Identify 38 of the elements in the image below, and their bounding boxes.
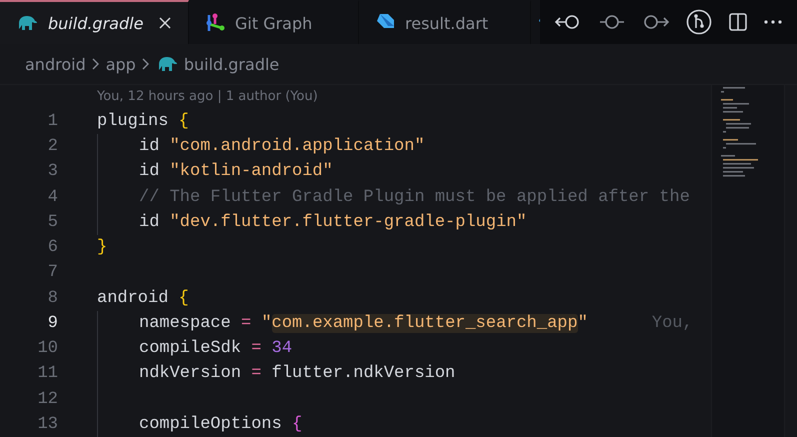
line-number: 3 — [46, 162, 58, 182]
code-line: } — [97, 238, 108, 258]
line-number: 9 — [46, 314, 58, 333]
chevron-icon — [92, 58, 100, 70]
line-number: 13 — [36, 414, 58, 434]
line-number: 7 — [46, 263, 58, 282]
blame-annotation[interactable]: You, 12 hours ago | 1 author (You) — [97, 89, 318, 104]
code-line: android { — [97, 288, 189, 308]
line-number: 10 — [36, 339, 58, 358]
code-line: id "com.android.application" — [139, 137, 425, 156]
breadcrumb[interactable]: android — [25, 54, 86, 74]
line-number: 5 — [46, 212, 58, 232]
chevron-icon — [142, 58, 150, 70]
code-line: ndkVersion = flutter.ndkVersion — [139, 364, 456, 384]
line-number: 11 — [36, 364, 58, 384]
editor-tab[interactable]: build.gradle — [0, 0, 189, 44]
line-number: 4 — [46, 188, 58, 207]
breadcrumb[interactable]: build.gradle — [184, 54, 280, 74]
line-number: 6 — [46, 238, 58, 258]
code-line: id "kotlin-android" — [139, 162, 333, 182]
more-icon[interactable] — [763, 19, 784, 25]
line-number: 2 — [46, 137, 58, 156]
line-number: 12 — [36, 390, 58, 409]
close-icon[interactable] — [158, 16, 172, 30]
code-line: compileSdk = 34 — [139, 339, 292, 358]
line-number: 8 — [46, 288, 58, 308]
inline-blame: You, — [652, 314, 693, 333]
git-graph-icon — [205, 12, 225, 34]
line-number: 1 — [46, 112, 58, 131]
code-line: plugins { — [97, 112, 189, 131]
code-line: id "dev.flutter.flutter-gradle-plugin" — [139, 212, 527, 232]
code-line: // The Flutter Gradle Plugin must be applied after the — [139, 188, 690, 207]
elephant-icon — [16, 14, 38, 32]
code-line: compileOptions { — [139, 414, 302, 434]
code-line: namespace = "com.example.flutter_search_app" — [139, 314, 588, 333]
git-branch-icon[interactable] — [686, 9, 712, 35]
split-editor-icon[interactable] — [728, 12, 748, 32]
breadcrumb[interactable]: app — [106, 54, 136, 74]
